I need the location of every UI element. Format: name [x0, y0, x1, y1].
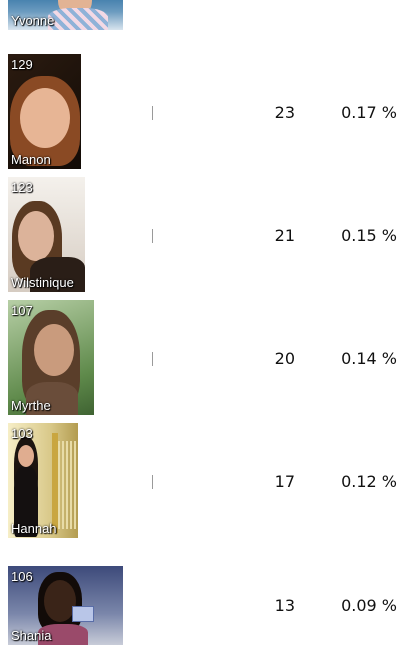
list-item: Yvonne: [0, 0, 414, 32]
vote-percentage: 0.09 %: [341, 596, 397, 615]
profile-name: Shania: [11, 628, 52, 643]
vote-percentage: 0.12 %: [341, 472, 397, 491]
vote-count: 20: [274, 349, 295, 368]
list-item: 103 Hannah 17 0.12 %: [0, 423, 414, 538]
list-item: 106 Shania 13 0.09 %: [0, 566, 414, 646]
vote-bar: [152, 229, 153, 243]
vote-count: 21: [274, 226, 295, 245]
vote-percentage: 0.17 %: [341, 103, 397, 122]
list-item: 129 Manon 23 0.17 %: [0, 54, 414, 169]
vote-count: 13: [274, 596, 295, 615]
list-item: 123 Wilstinique 21 0.15 %: [0, 177, 414, 292]
profile-name: Myrthe: [11, 398, 51, 413]
profile-number: 129: [11, 57, 33, 72]
profile-name: Manon: [11, 152, 51, 167]
profile-photo[interactable]: 123 Wilstinique: [8, 177, 85, 292]
profile-photo[interactable]: 129 Manon: [8, 54, 81, 169]
profile-photo[interactable]: Yvonne: [8, 0, 123, 30]
portrait-face: [20, 88, 70, 148]
profile-number: 107: [11, 303, 33, 318]
vote-bar: [152, 352, 153, 366]
profile-number: 106: [11, 569, 33, 584]
portrait-face: [18, 211, 54, 261]
vote-bar: [152, 475, 153, 489]
profile-photo[interactable]: 107 Myrthe: [8, 300, 94, 415]
profile-number: 123: [11, 180, 33, 195]
portrait-face: [18, 445, 34, 467]
profile-number: 103: [11, 426, 33, 441]
vote-count: 17: [274, 472, 295, 491]
vote-count: 23: [274, 103, 295, 122]
vote-bar: [152, 106, 153, 120]
list-item: 107 Myrthe 20 0.14 %: [0, 300, 414, 415]
profile-name: Wilstinique: [11, 275, 74, 290]
vote-percentage: 0.15 %: [341, 226, 397, 245]
phone-device: [72, 606, 94, 622]
profile-photo[interactable]: 106 Shania: [8, 566, 123, 645]
portrait-face: [34, 324, 74, 376]
profile-photo[interactable]: 103 Hannah: [8, 423, 78, 538]
garment: [48, 8, 108, 30]
profile-name: Hannah: [11, 521, 57, 536]
profile-name: Yvonne: [11, 13, 55, 28]
vote-percentage: 0.14 %: [341, 349, 397, 368]
harp-strings: [58, 441, 76, 529]
